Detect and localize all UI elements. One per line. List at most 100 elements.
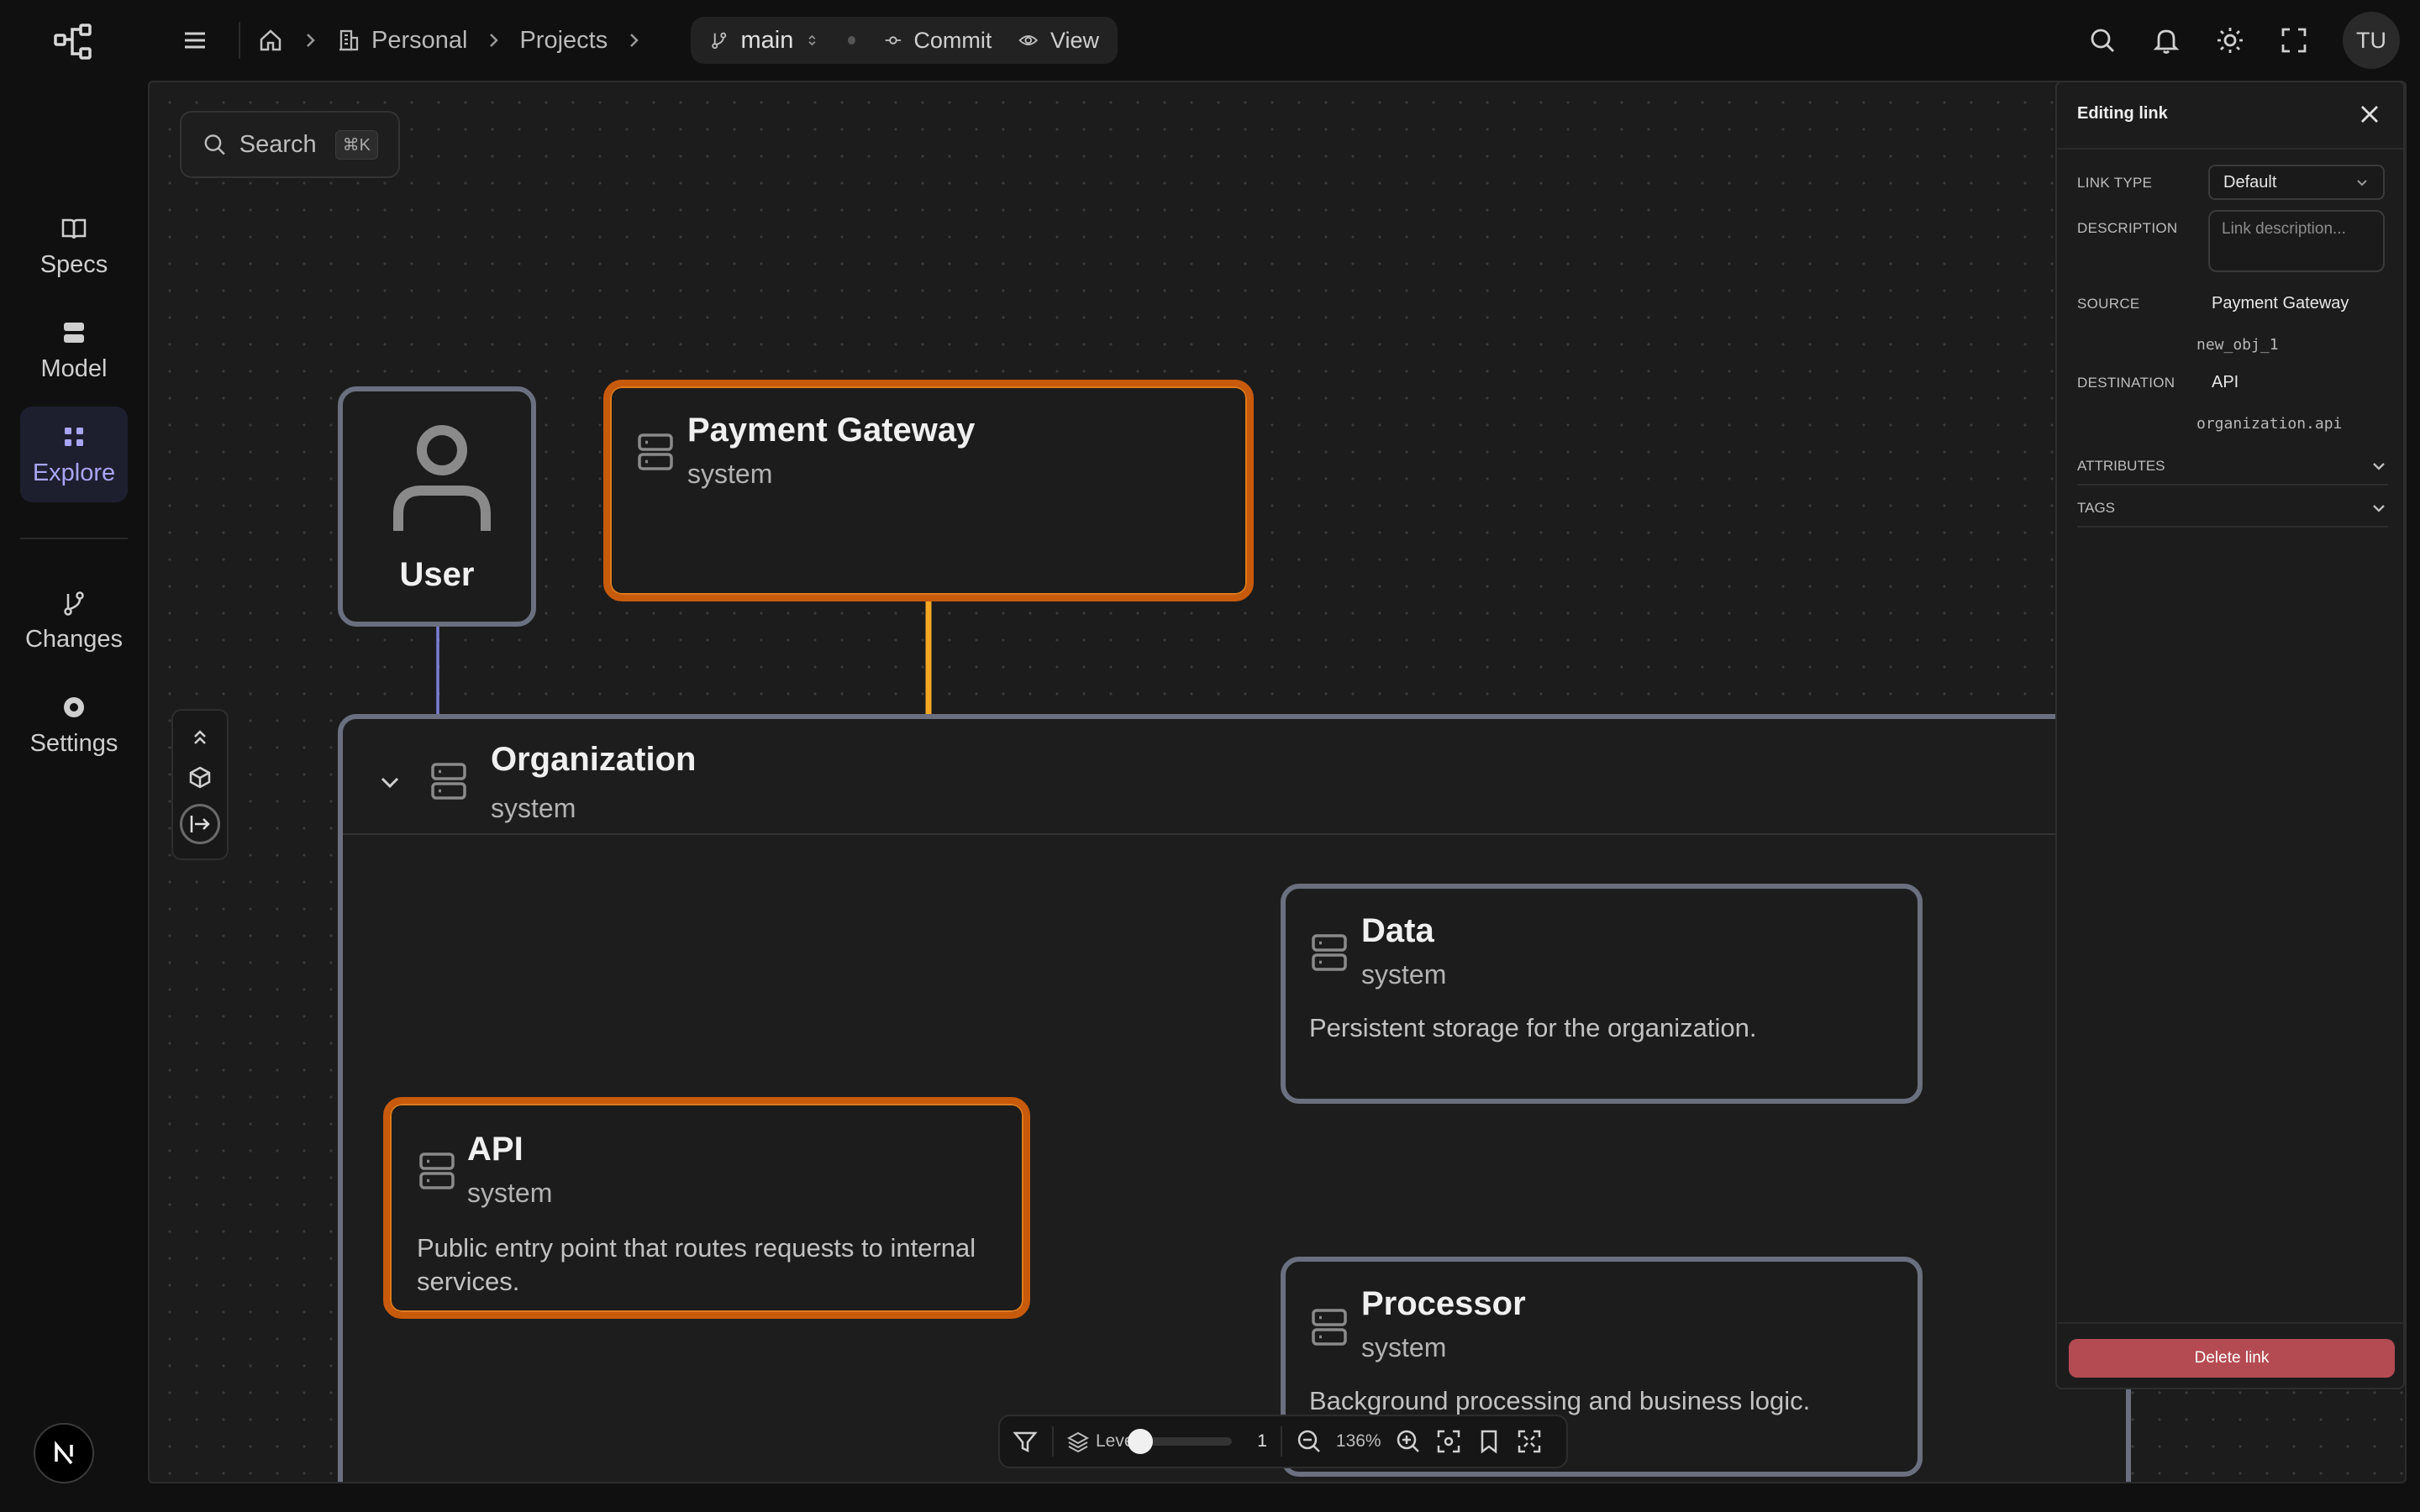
commit-icon	[885, 36, 901, 45]
nav-changes[interactable]: Changes	[20, 573, 128, 669]
panel-divider	[2057, 148, 2403, 150]
chevron-right-icon	[630, 34, 639, 47]
branch-icon	[712, 32, 727, 50]
close-icon[interactable]	[2358, 102, 2381, 126]
chevron-down-icon[interactable]	[376, 769, 403, 796]
sun-icon[interactable]	[2215, 25, 2245, 55]
topbar-actions: TU	[2087, 12, 2400, 69]
canvas-search[interactable]: Search ⌘K	[180, 111, 400, 178]
level-slider[interactable]	[1128, 1429, 1233, 1454]
delete-link-button[interactable]: Delete link	[2069, 1339, 2395, 1378]
node-payment-gateway[interactable]: Payment Gateway system	[603, 380, 1254, 601]
bell-icon[interactable]	[2151, 25, 2181, 55]
attributes-label: ATTRIBUTES	[2077, 458, 2165, 474]
description-label: DESCRIPTION	[2077, 220, 2178, 236]
destination-name: API	[2212, 373, 2239, 391]
link-type-select[interactable]: Default	[2208, 165, 2385, 200]
view-button[interactable]: View	[1050, 28, 1099, 54]
divider	[239, 22, 240, 59]
breadcrumb: Personal Projects	[257, 20, 643, 60]
breadcrumb-label: Personal	[371, 26, 468, 54]
breadcrumb-personal[interactable]: Personal	[336, 27, 467, 55]
select-value: Default	[2223, 172, 2277, 192]
focus-icon[interactable]	[1435, 1428, 1462, 1455]
left-rail: Specs Model Explore Changes Settings	[0, 0, 148, 1512]
attributes-section[interactable]: ATTRIBUTES	[2077, 449, 2388, 486]
commit-button[interactable]: Commit	[913, 28, 992, 54]
nav-settings[interactable]: Settings	[20, 677, 128, 773]
level-value: 1	[1257, 1431, 1267, 1451]
search-placeholder: Search	[239, 130, 317, 158]
nav-label: Explore	[32, 459, 116, 486]
source-label: SOURCE	[2077, 296, 2140, 312]
nav-label: Model	[40, 354, 108, 382]
node-description: Persistent storage for the organization.	[1309, 1013, 1757, 1042]
fit-view-icon[interactable]	[1516, 1428, 1543, 1455]
node-title: Data	[1361, 912, 1434, 949]
nav-label: Specs	[39, 250, 108, 278]
node-type: system	[467, 1178, 553, 1208]
node-title: Processor	[1361, 1285, 1526, 1322]
bookmark-icon[interactable]	[1476, 1428, 1502, 1455]
divider	[1052, 1426, 1054, 1457]
tags-label: TAGS	[2077, 500, 2116, 516]
menu-icon[interactable]	[180, 25, 210, 55]
zoom-level: 136%	[1335, 1431, 1381, 1451]
zoom-in-icon[interactable]	[1395, 1428, 1422, 1455]
node-description: Public entry point that routes requests …	[417, 1233, 976, 1296]
chevron-down-icon	[2373, 463, 2385, 470]
building-icon	[339, 29, 359, 51]
cube-icon[interactable]	[187, 764, 213, 790]
link-editor-panel: Editing link LINK TYPE Default DESCRIPTI…	[2055, 81, 2405, 1389]
destination-id: organization.api	[2196, 415, 2343, 433]
tags-section[interactable]: TAGS	[2077, 491, 2388, 528]
node-data[interactable]: Data system Persistent storage for the o…	[1281, 884, 1923, 1104]
level-control: Level 1	[1067, 1429, 1267, 1454]
link-type-label: LINK TYPE	[2077, 175, 2153, 191]
nav-label: Settings	[29, 729, 118, 757]
breadcrumb-projects[interactable]: Projects	[519, 27, 608, 55]
server-icon	[1312, 1309, 1347, 1346]
chevron-right-icon	[307, 34, 315, 47]
slider-knob[interactable]	[1128, 1429, 1154, 1454]
filter-icon[interactable]	[1012, 1428, 1039, 1455]
panel-title: Editing link	[2077, 104, 2168, 123]
panel-footer-divider	[2057, 1322, 2403, 1324]
node-type: system	[687, 459, 773, 489]
node-title: Payment Gateway	[687, 412, 976, 449]
top-bar: Personal Projects main Commit View TU	[148, 0, 2420, 81]
avatar[interactable]: TU	[2343, 12, 2400, 69]
description-input[interactable]: Link description...	[2208, 210, 2385, 272]
canvas-side-tools	[171, 709, 229, 860]
zoom-out-icon[interactable]	[1296, 1428, 1323, 1455]
search-icon[interactable]	[2087, 25, 2118, 55]
server-icon	[1312, 934, 1347, 971]
model-icon	[64, 322, 84, 343]
book-icon	[61, 218, 87, 239]
collapse-up-icon[interactable]	[187, 725, 213, 750]
nav-model[interactable]: Model	[20, 302, 128, 398]
fullscreen-icon[interactable]	[2279, 25, 2309, 55]
chevron-right-icon	[490, 34, 499, 47]
branch-bar: main Commit View	[691, 17, 1118, 64]
gear-icon	[64, 696, 84, 717]
node-api[interactable]: API system Public entry point that route…	[383, 1097, 1030, 1319]
node-title: API	[467, 1131, 523, 1168]
app-logo-icon[interactable]	[52, 20, 96, 64]
source-id: new_obj_1	[2196, 336, 2279, 354]
next-badge[interactable]	[34, 1423, 94, 1483]
nav-label: Changes	[24, 625, 124, 653]
separator-dot	[848, 36, 855, 45]
nav-explore[interactable]: Explore	[20, 407, 128, 502]
home-icon[interactable]	[257, 27, 284, 54]
branch-selector[interactable]: main	[741, 27, 794, 55]
shortcut-badge: ⌘K	[334, 129, 378, 160]
node-user[interactable]: User	[338, 386, 536, 627]
nav-specs[interactable]: Specs	[20, 198, 128, 294]
node-description: Background processing and business logic…	[1309, 1386, 1811, 1415]
branch-icon	[64, 591, 84, 616]
chevron-updown-icon[interactable]	[805, 32, 819, 49]
arrow-to-line-icon	[190, 816, 210, 833]
connect-tool[interactable]	[180, 804, 220, 845]
source-name: Payment Gateway	[2212, 294, 2349, 312]
